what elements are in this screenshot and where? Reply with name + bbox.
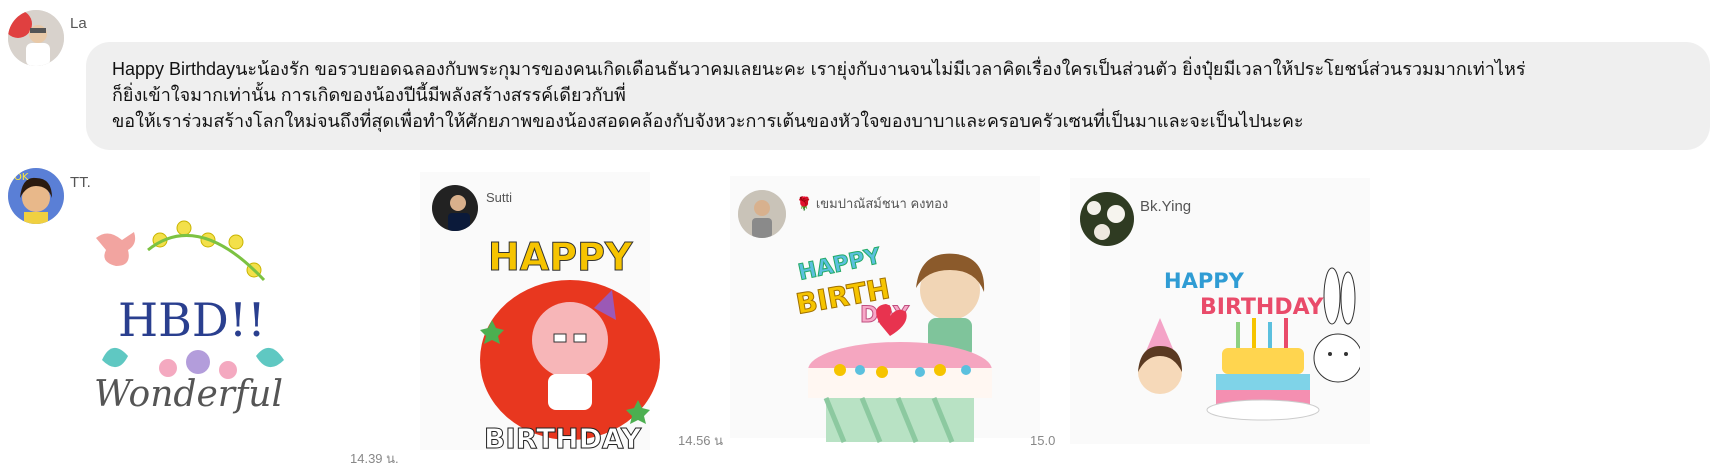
- sticker-happy-birthday-cake-bunny[interactable]: HAPPY BIRTHDAY: [1130, 248, 1363, 433]
- sticker-line1: HAPPY: [1164, 269, 1245, 293]
- avatar-sutti[interactable]: [432, 185, 478, 231]
- avatar-tt[interactable]: OK: [8, 168, 64, 224]
- rose-icon: 🌹: [796, 196, 813, 211]
- person-photo-avatar-icon: OK: [8, 168, 64, 224]
- timestamp: 14.56 น: [678, 433, 724, 448]
- sticker-hbd-wonderful[interactable]: HBD!! Wonderful: [88, 210, 298, 425]
- person-photo-avatar-icon: [432, 185, 478, 231]
- svg-text:OK: OK: [14, 172, 29, 183]
- avatar-bk-ying[interactable]: [1080, 192, 1134, 246]
- message-line: Happy Birthdayนะน้องรัก ขอรวบยอดฉลองกับพ…: [112, 59, 1526, 79]
- avatar-khem[interactable]: [738, 190, 786, 238]
- sticker-bottom-text: BIRTHDAY: [484, 422, 642, 452]
- sticker-happy-birthday-cat[interactable]: HAPPY BIRTHDAY: [470, 230, 670, 456]
- sticker-subtitle: Wonderful: [94, 374, 283, 415]
- sender-name-text: เขมปาณัสม์ชนา คงทอง: [815, 196, 949, 211]
- sender-name: Bk.Ying: [1140, 198, 1192, 215]
- person-photo-avatar-icon: [8, 10, 64, 66]
- sticker-title: HBD!!: [118, 293, 266, 347]
- sender-name: Sutti: [486, 190, 513, 205]
- wreath-sticker-icon: HBD!! Wonderful: [94, 220, 284, 415]
- sticker-top-text: HAPPY: [488, 235, 633, 279]
- sticker-happy-birthday-girl-cake[interactable]: HAPPY BIRTH DAY: [790, 240, 1010, 445]
- message-line: ขอให้เราร่วมสร้างโลกใหม่จนถึงที่สุดเพื่อ…: [112, 111, 1304, 131]
- sticker-line2: BIRTHDAY: [1200, 295, 1325, 320]
- flower-photo-avatar-icon: [1080, 192, 1134, 246]
- message-line: ก็ยิ่งเข้าใจมากเท่านั้น การเกิดของน้องปี…: [112, 85, 626, 105]
- avatar-la[interactable]: [8, 10, 64, 66]
- birthday-cake-sticker-icon: HAPPY BIRTH DAY: [793, 243, 992, 443]
- birthday-cake-sticker-icon: HAPPY BIRTHDAY: [1138, 267, 1363, 421]
- birthday-sticker-icon: HAPPY BIRTHDAY: [480, 235, 660, 456]
- sender-name: La: [70, 15, 87, 32]
- timestamp: 14.39 น.: [350, 451, 399, 466]
- person-photo-avatar-icon: [738, 190, 786, 238]
- message-bubble[interactable]: Happy Birthdayนะน้องรัก ขอรวบยอดฉลองกับพ…: [86, 42, 1710, 150]
- timestamp: 15.0: [1030, 433, 1056, 448]
- sender-name: 🌹 เขมปาณัสม์ชนา คงทอง: [796, 193, 948, 214]
- sender-name: TT.: [70, 174, 91, 191]
